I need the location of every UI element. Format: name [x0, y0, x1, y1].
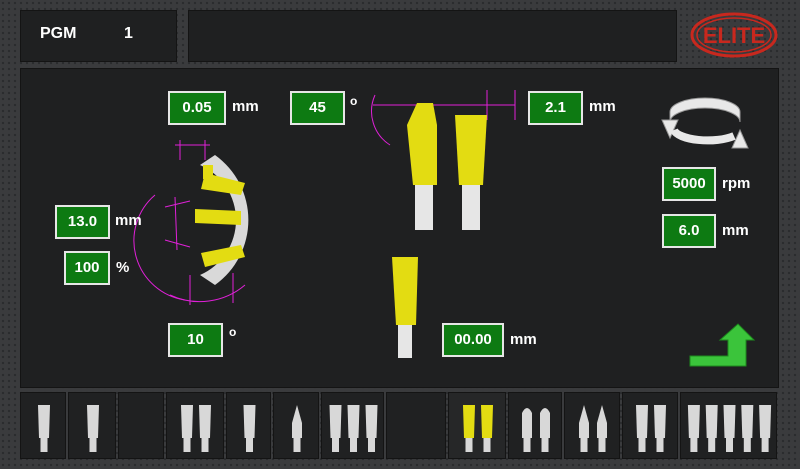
message-panel: [188, 10, 677, 62]
next-arrow-icon[interactable]: [688, 322, 756, 368]
pgm-label: PGM: [40, 25, 77, 42]
tool-icon: [181, 405, 211, 452]
tool-pair-diagram: [365, 85, 525, 235]
bottom-field[interactable]: 00.00: [442, 323, 504, 357]
offset-unit: mm: [232, 98, 259, 115]
tool-slot-11[interactable]: [564, 392, 620, 459]
rpm-unit: rpm: [722, 175, 751, 192]
tool-slot-5[interactable]: [226, 392, 271, 459]
depth-field[interactable]: 13.0: [55, 205, 110, 239]
angle-unit: o: [350, 94, 358, 108]
bottom-angle-field[interactable]: 10: [168, 323, 223, 357]
bottom-angle-unit: o: [229, 325, 237, 339]
tool-icon: [87, 405, 99, 452]
percent-field[interactable]: 100: [64, 251, 110, 285]
tool-icon: [522, 408, 550, 452]
width-field[interactable]: 2.1: [528, 91, 583, 125]
tool-icon: [687, 405, 772, 452]
gear-diagram: [133, 135, 255, 310]
offset-field[interactable]: 0.05: [168, 91, 226, 125]
tool-slot-8[interactable]: [386, 392, 446, 459]
tool-slot-2[interactable]: [68, 392, 116, 459]
tool-slot-1[interactable]: [20, 392, 66, 459]
tool-slot-10[interactable]: [508, 392, 562, 459]
rpm-field[interactable]: 5000: [662, 167, 716, 201]
depth-unit: mm: [115, 212, 142, 229]
logo-text: ELITE: [703, 23, 765, 48]
elite-logo: ELITE: [690, 12, 778, 58]
tool-icon: [463, 405, 493, 452]
tool-icon: [636, 405, 666, 452]
percent-unit: %: [116, 259, 130, 276]
tool-slot-4[interactable]: [166, 392, 224, 459]
angle-field[interactable]: 45: [290, 91, 345, 125]
tool-icon: [329, 405, 378, 452]
tool-icon: [38, 405, 50, 452]
tool-icon: [579, 405, 607, 452]
tool-slot-9[interactable]: [448, 392, 506, 459]
tool-icon: [292, 405, 302, 452]
tool-slot-12[interactable]: [622, 392, 678, 459]
rotate-icon[interactable]: [660, 90, 750, 152]
feed-unit: mm: [722, 222, 749, 239]
bottom-unit: mm: [510, 331, 537, 348]
pgm-number[interactable]: 1: [124, 25, 133, 43]
tool-icon: [243, 405, 256, 452]
feed-field[interactable]: 6.0: [662, 214, 716, 248]
width-unit: mm: [589, 98, 616, 115]
single-tool-diagram: [390, 255, 420, 360]
tool-slot-7[interactable]: [321, 392, 384, 459]
tool-slot-13[interactable]: [680, 392, 777, 459]
tool-slot-6[interactable]: [273, 392, 319, 459]
tool-slot-3[interactable]: [118, 392, 164, 459]
